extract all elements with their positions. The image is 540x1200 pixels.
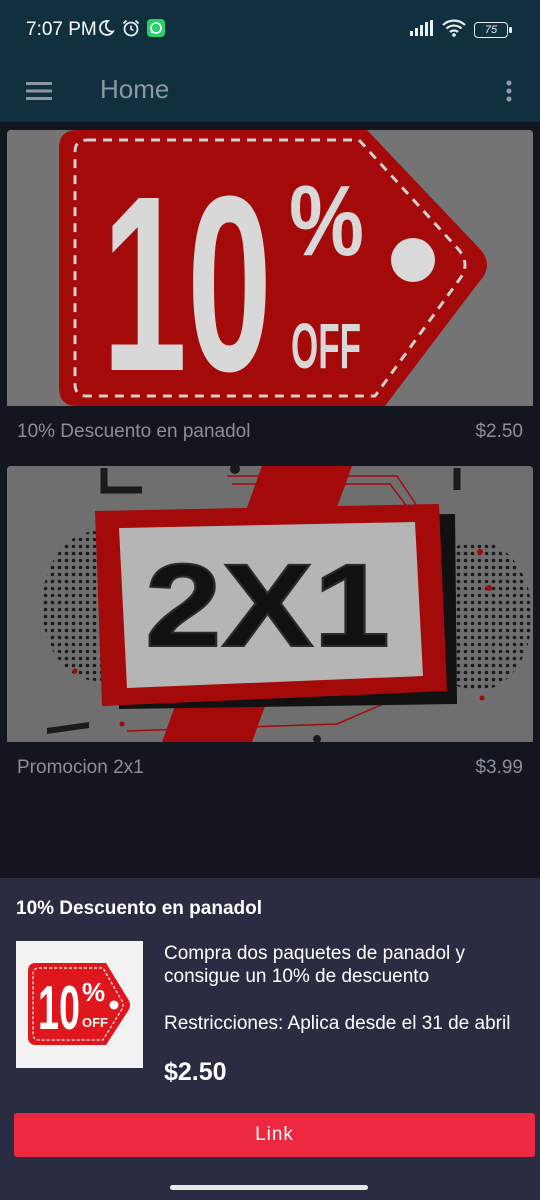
whatsapp-icon <box>147 18 165 42</box>
card-footer: 10% Descuento en panadol $2.50 <box>7 406 533 458</box>
card-price: $2.50 <box>475 421 523 442</box>
detail-thumbnail: 10 % OFF <box>16 941 143 1068</box>
app-bar: Home <box>0 60 540 122</box>
card-title: 10% Descuento en panadol <box>17 421 251 442</box>
promo-detail-sheet: 10% Descuento en panadol 10 % OFF Compra… <box>0 878 540 1178</box>
thumb-percent: % <box>82 977 105 1007</box>
more-vert-icon <box>494 80 524 114</box>
status-icons-right: 75 <box>410 19 512 42</box>
promo-image-big-number: 10 <box>102 144 272 406</box>
promo-image-2x1: 2X1 <box>7 466 533 742</box>
card-footer: Promocion 2x1 $3.99 <box>7 742 533 794</box>
promo-card[interactable]: 2X1 Promocion 2x1 $3.99 <box>7 466 533 794</box>
promo-image-2x1-text: 2X1 <box>145 540 390 672</box>
detail-title: 10% Descuento en panadol <box>16 898 263 919</box>
menu-icon <box>20 82 58 114</box>
menu-button[interactable] <box>20 72 58 110</box>
promo-image-percent: % <box>289 165 364 277</box>
signal-icon <box>410 19 434 41</box>
card-title: Promocion 2x1 <box>17 757 144 778</box>
promo-image-10-off: 10 % OFF <box>7 130 533 406</box>
detail-description: Compra dos paquetes de panadol y consigu… <box>164 943 466 987</box>
detail-restrictions: Restricciones: Aplica desde el 31 de abr… <box>164 1013 511 1034</box>
more-options-button[interactable] <box>494 72 524 110</box>
wifi-icon <box>442 19 466 42</box>
promo-image-off: OFF <box>291 310 361 382</box>
card-price: $3.99 <box>475 757 523 778</box>
status-icons-left <box>97 18 165 43</box>
detail-price: $2.50 <box>164 1058 227 1086</box>
thumb-off: OFF <box>82 1015 108 1030</box>
promo-card[interactable]: 10 % OFF 10% Descuento en panadol $2.50 <box>7 130 533 458</box>
home-gesture-handle[interactable] <box>170 1185 368 1190</box>
link-button[interactable]: Link <box>14 1113 535 1157</box>
alarm-icon <box>121 18 141 43</box>
status-bar: 7:07 PM 75 <box>0 0 540 60</box>
battery-icon: 75 <box>474 22 512 38</box>
thumb-big-number: 10 <box>38 974 80 1043</box>
battery-level: 75 <box>484 24 498 36</box>
moon-icon <box>97 19 115 42</box>
navigation-bar <box>0 1178 540 1200</box>
page-title: Home <box>100 74 170 104</box>
status-time: 7:07 PM <box>26 19 97 40</box>
